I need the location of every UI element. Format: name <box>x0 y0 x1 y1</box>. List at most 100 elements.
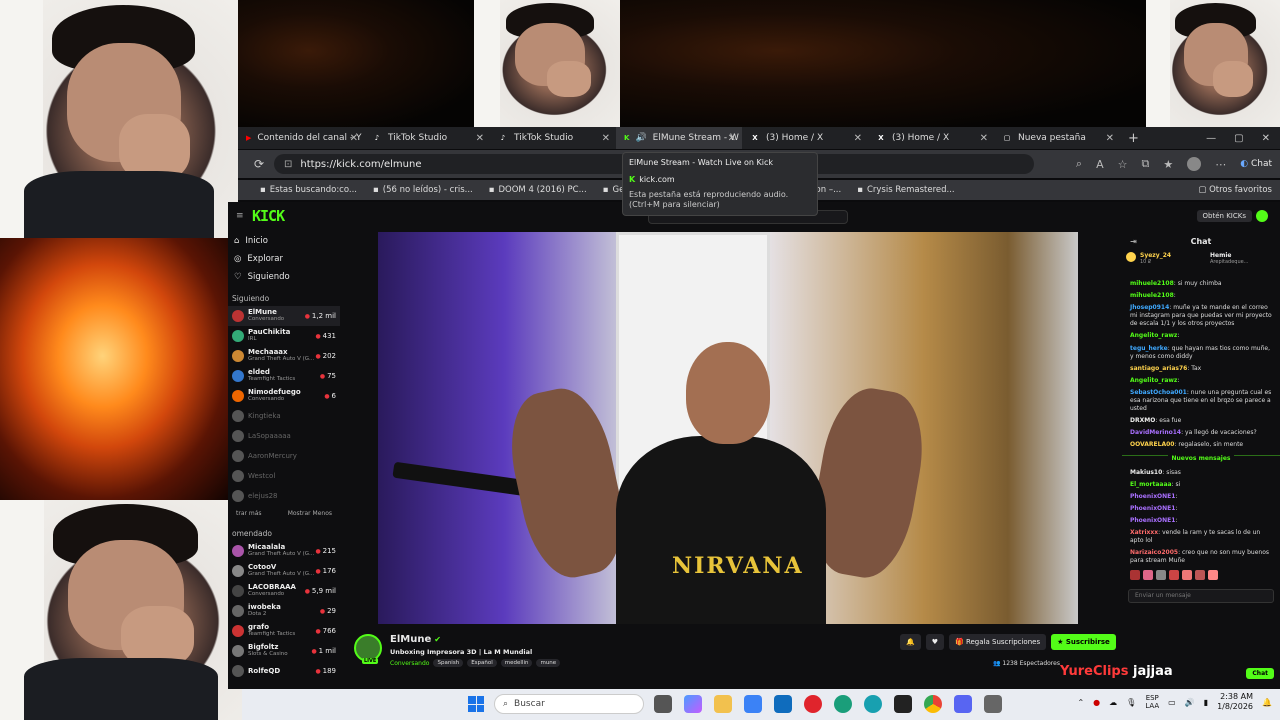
onedrive-icon[interactable]: ☁ <box>1109 698 1117 707</box>
pinned-user-2[interactable]: Hemie <box>1210 252 1231 259</box>
opera-icon[interactable] <box>804 695 822 713</box>
channel-item[interactable]: eldedTeamfight Tactics 75 <box>228 366 340 386</box>
new-messages-divider[interactable]: Nuevos mensajes <box>1122 454 1280 464</box>
favorites-icon[interactable]: ★ <box>1163 158 1173 171</box>
site-info-icon[interactable]: ⊡ <box>284 159 292 170</box>
chat-username[interactable]: mihuele2108 <box>1130 292 1174 299</box>
stream-tag[interactable]: Español <box>467 659 497 667</box>
file-explorer-icon[interactable] <box>714 695 732 713</box>
video-player[interactable]: NIRVANA <box>378 232 1078 624</box>
subscribe-button[interactable]: ★ Suscribirse <box>1051 634 1116 650</box>
channel-item[interactable]: LACOBRAAAConversando 5,9 mil <box>228 581 340 601</box>
channel-item[interactable]: Kingtieka <box>228 406 340 426</box>
browser-tab[interactable]: ▶ Contenido del canal - Y ✕ <box>238 127 364 149</box>
chat-send-button[interactable]: Chat <box>1246 668 1274 679</box>
channel-item[interactable]: MicaalalaGrand Theft Auto V (G...215 <box>228 541 340 561</box>
stream-tag[interactable]: mune <box>536 659 561 667</box>
close-tab-icon[interactable]: ✕ <box>728 133 736 144</box>
chat-username[interactable]: Angelito_rawz <box>1130 332 1177 339</box>
clock[interactable]: 2:38 AM 1/8/2026 <box>1217 692 1253 712</box>
bookmark-item[interactable]: ▪ Crysis Remastered... <box>857 185 954 195</box>
start-button[interactable] <box>468 696 484 712</box>
minimize-button[interactable]: — <box>1206 133 1216 144</box>
pinned-user-1[interactable]: Syezy_24 <box>1140 252 1171 259</box>
copilot-app-icon[interactable] <box>684 695 702 713</box>
emote-icon[interactable] <box>1208 570 1218 581</box>
chat-username[interactable]: Angelito_rawz <box>1130 377 1177 384</box>
chat-username[interactable]: DavidMerino14 <box>1130 429 1181 436</box>
channel-item[interactable]: iwobekaDota 2 29 <box>228 601 340 621</box>
chat-username[interactable]: mihuele2108 <box>1130 280 1174 287</box>
network-icon[interactable]: ▭ <box>1168 698 1176 707</box>
gift-subs-button[interactable]: 🎁 Regala Suscripciones <box>949 634 1047 650</box>
edge-dev-icon[interactable] <box>864 695 882 713</box>
more-menu-icon[interactable]: ⋯ <box>1215 158 1226 171</box>
emote-icon[interactable] <box>1182 570 1192 581</box>
zoom-icon[interactable]: ⌕ <box>1076 157 1082 171</box>
outlook-icon[interactable] <box>774 695 792 713</box>
stream-tag[interactable]: medellin <box>500 659 533 667</box>
emote-icon[interactable] <box>1195 570 1205 581</box>
channel-name[interactable]: ElMune <box>390 634 431 645</box>
store-icon[interactable] <box>744 695 762 713</box>
show-less-link[interactable]: Mostrar Menos <box>288 510 332 517</box>
chat-username[interactable]: PhoenixONE1 <box>1130 493 1175 500</box>
other-favorites[interactable]: ▢ Otros favoritos <box>1198 185 1272 195</box>
chat-username[interactable]: santiago_arias76 <box>1130 365 1187 372</box>
tray-overflow-icon[interactable]: ⌃ <box>1077 698 1084 707</box>
channel-item[interactable]: grafoTeamfight Tactics 766 <box>228 621 340 641</box>
notification-bell-button[interactable]: 🔔 <box>900 634 921 650</box>
browser-tab[interactable]: ▢ Nueva pestaña ✕ <box>994 127 1120 149</box>
browser-tab[interactable]: X (3) Home / X ✕ <box>868 127 994 149</box>
favorite-star-icon[interactable]: ☆ <box>1118 158 1128 171</box>
chat-username[interactable]: tegu_herke <box>1130 345 1168 352</box>
chat-username[interactable]: OOVARELA00 <box>1130 441 1174 448</box>
channel-item[interactable]: LaSopaaaaa <box>228 426 340 446</box>
close-tab-icon[interactable]: ✕ <box>1106 133 1114 144</box>
task-view-icon[interactable] <box>654 695 672 713</box>
chat-username[interactable]: PhoenixONE1 <box>1130 517 1175 524</box>
menu-icon[interactable]: ≡ <box>236 211 244 221</box>
channel-item[interactable]: BigfoltzSlots & Casino 1 mil <box>228 641 340 661</box>
capcut-icon[interactable] <box>894 695 912 713</box>
language-indicator[interactable]: ESP LAA <box>1145 694 1159 711</box>
taskbar-search[interactable]: ⌕ Buscar <box>494 694 644 714</box>
close-tab-icon[interactable]: ✕ <box>854 133 862 144</box>
antivirus-icon[interactable]: ● <box>1093 698 1100 707</box>
chat-username[interactable]: Xatrixxx <box>1130 529 1158 536</box>
browser-tab[interactable]: ♪ TikTok Studio ✕ <box>490 127 616 149</box>
nav-item-siguiendo[interactable]: ♡ Siguiendo <box>228 268 340 286</box>
new-tab-button[interactable]: + <box>1128 131 1139 146</box>
bookmark-item[interactable]: ▪ (56 no leídos) - cris... <box>373 185 473 195</box>
reload-icon[interactable]: ⟳ <box>254 157 264 171</box>
chat-username[interactable]: Narizaico2005 <box>1130 549 1178 556</box>
read-aloud-icon[interactable]: A <box>1096 158 1104 171</box>
close-window-button[interactable]: ✕ <box>1262 133 1270 144</box>
channel-item[interactable]: elejus28 <box>228 486 340 506</box>
battery-icon[interactable]: ▮ <box>1204 698 1208 707</box>
copilot-chat-button[interactable]: ◐ Chat <box>1240 159 1272 169</box>
chat-username[interactable]: PhoenixONE1 <box>1130 505 1175 512</box>
kick-logo[interactable]: KICK <box>252 207 285 225</box>
extensions-icon[interactable]: ⧉ <box>1141 157 1149 171</box>
close-tab-icon[interactable]: ✕ <box>476 133 484 144</box>
close-tab-icon[interactable]: ✕ <box>980 133 988 144</box>
collapse-chat-icon[interactable]: ⇥ <box>1130 237 1137 246</box>
show-more-link[interactable]: trar más <box>236 510 262 517</box>
browser-tab[interactable]: X (3) Home / X ✕ <box>742 127 868 149</box>
emote-icon[interactable] <box>1143 570 1153 581</box>
audio-playing-icon[interactable]: 🔊 <box>635 133 646 143</box>
nav-item-inicio[interactable]: ⌂ Inicio <box>228 232 340 250</box>
follow-heart-button[interactable]: ♥ <box>925 634 944 650</box>
chat-username[interactable]: SebastOchoa001 <box>1130 389 1187 396</box>
channel-item[interactable]: MechaaaxGrand Theft Auto V (G...202 <box>228 346 340 366</box>
channel-item[interactable]: CotooVGrand Theft Auto V (G...176 <box>228 561 340 581</box>
nav-item-explorar[interactable]: ◎ Explorar <box>228 250 340 268</box>
chrome-icon[interactable] <box>924 695 942 713</box>
stream-category[interactable]: Conversando <box>390 660 429 667</box>
maximize-button[interactable]: ▢ <box>1234 133 1243 144</box>
close-tab-icon[interactable]: ✕ <box>350 133 358 144</box>
browser-tab[interactable]: ♪ TikTok Studio ✕ <box>364 127 490 149</box>
volume-icon[interactable]: 🔊 <box>1185 698 1195 707</box>
notifications-icon[interactable]: 🔔 <box>1262 698 1272 707</box>
